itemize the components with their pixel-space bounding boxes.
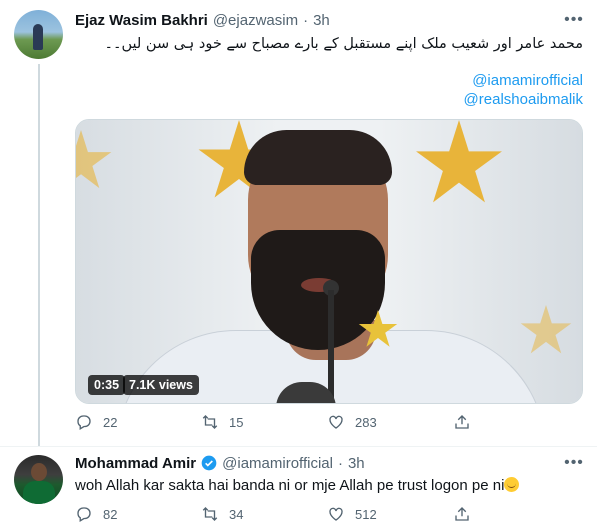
tweet-text: woh Allah kar sakta hai banda ni or mje … <box>75 477 520 494</box>
like-count: 512 <box>355 506 377 522</box>
tweet-text-content: woh Allah kar sakta hai banda ni or mje … <box>75 477 505 494</box>
reply-button[interactable]: 82 <box>75 505 201 523</box>
retweet-icon <box>202 415 218 429</box>
tweet-ejaz[interactable]: Ejaz Wasim Bakhri @ejazwasim · 3h ••• مح… <box>0 0 597 446</box>
retweet-count: 15 <box>229 414 244 430</box>
verified-badge-icon <box>201 455 217 471</box>
thread-line <box>38 64 40 446</box>
mention-link[interactable]: @realshoaibmalik <box>464 91 583 108</box>
tweet-actions: 82 34 512 <box>75 505 579 523</box>
share-icon <box>455 507 469 521</box>
share-button[interactable] <box>453 413 579 431</box>
video-views: 7.1K views <box>123 375 199 395</box>
reply-count: 82 <box>103 506 118 522</box>
retweet-button[interactable]: 34 <box>201 505 327 523</box>
microphone-stand <box>328 290 334 403</box>
star-logo-icon <box>416 120 502 203</box>
star-logo-icon <box>520 305 572 354</box>
avatar[interactable] <box>14 10 63 59</box>
heart-icon <box>329 507 343 521</box>
mention-link[interactable]: @iamamirofficial <box>472 72 583 89</box>
badge-star-icon <box>358 310 398 347</box>
avatar-shirt <box>23 481 55 504</box>
separator: · <box>337 454 343 472</box>
share-icon <box>455 415 469 429</box>
separator: · <box>303 11 309 29</box>
like-button[interactable]: 512 <box>327 505 453 523</box>
video-player[interactable]: 0:35 7.1K views <box>75 119 583 404</box>
person-hair <box>244 130 392 185</box>
more-horizontal-icon[interactable]: ••• <box>564 11 583 29</box>
author-handle[interactable]: @ejazwasim <box>213 12 298 29</box>
author-handle[interactable]: @iamamirofficial <box>222 455 333 472</box>
more-horizontal-icon[interactable]: ••• <box>564 454 583 472</box>
reply-icon <box>77 415 91 430</box>
smiling-face-emoji-icon <box>504 477 520 492</box>
star-logo-icon <box>76 130 112 189</box>
tweet-header: Ejaz Wasim Bakhri @ejazwasim · 3h <box>75 10 330 30</box>
avatar[interactable] <box>14 455 63 504</box>
like-count: 283 <box>355 414 377 430</box>
share-button[interactable] <box>453 505 579 523</box>
video-duration: 0:35 <box>88 375 126 395</box>
reply-icon <box>77 507 91 522</box>
timestamp[interactable]: 3h <box>313 12 330 29</box>
retweet-count: 34 <box>229 506 244 522</box>
reply-count: 22 <box>103 414 118 430</box>
author-name[interactable]: Ejaz Wasim Bakhri <box>75 12 208 29</box>
avatar-face <box>31 463 47 481</box>
timestamp[interactable]: 3h <box>348 455 365 472</box>
author-name[interactable]: Mohammad Amir <box>75 455 196 472</box>
tweet-actions: 22 15 283 <box>75 413 579 431</box>
tweet-text: محمد عامر اور شعیب ملک اپنے مستقبل کے با… <box>104 36 583 52</box>
like-button[interactable]: 283 <box>327 413 453 431</box>
heart-icon <box>329 415 343 429</box>
tweet-header: Mohammad Amir @iamamirofficial · 3h <box>75 453 365 473</box>
avatar-figure <box>33 24 43 50</box>
retweet-icon <box>202 507 218 521</box>
reply-button[interactable]: 22 <box>75 413 201 431</box>
retweet-button[interactable]: 15 <box>201 413 327 431</box>
